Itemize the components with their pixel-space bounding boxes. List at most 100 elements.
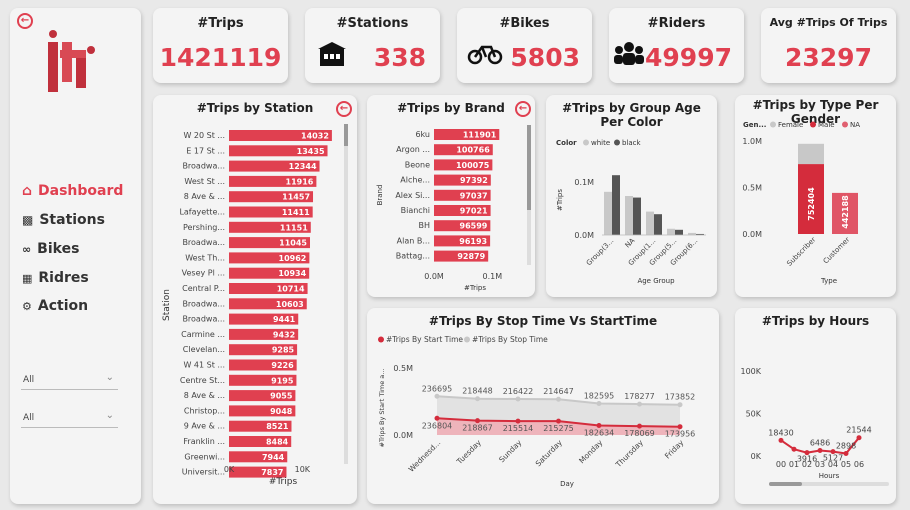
- stop-time-point[interactable]: [556, 396, 561, 402]
- nav-ridres[interactable]: ▦ Ridres: [22, 270, 89, 286]
- filter-dropdown-1[interactable]: All ⌄: [21, 372, 118, 390]
- hours-value-label: 21544: [846, 426, 871, 435]
- start-time-point[interactable]: [434, 415, 440, 421]
- sidebar: ← ⌂ Dashboard ▩ Stations ∞ Bikes ▦ Ridre…: [10, 8, 141, 504]
- day-label: Sunday: [497, 438, 524, 465]
- stop-time-label: 236695: [422, 384, 453, 393]
- age-bar-white[interactable]: [604, 191, 612, 235]
- nav-dashboard[interactable]: ⌂ Dashboard: [22, 183, 123, 199]
- age-bar-black[interactable]: [612, 175, 620, 235]
- gender-bar-female[interactable]: [798, 143, 824, 165]
- start-time-point[interactable]: [556, 418, 561, 424]
- start-time-point[interactable]: [596, 423, 602, 429]
- brand-value-label: 96193: [459, 237, 487, 246]
- station-value-label: 9432: [273, 330, 295, 339]
- hours-point[interactable]: [791, 446, 797, 452]
- start-time-point[interactable]: [637, 423, 642, 429]
- age-bar-white[interactable]: [646, 211, 654, 235]
- nav-stations[interactable]: ▩ Stations: [22, 212, 105, 228]
- start-time-label: 215514: [503, 424, 534, 433]
- station-value-label: 9195: [271, 376, 294, 385]
- station-label: Carmine ...: [181, 330, 225, 339]
- nav-bikes[interactable]: ∞ Bikes: [22, 241, 79, 257]
- station-label: Broadwa...: [182, 238, 225, 247]
- hours-line-chart: 100K50K0K1843000 013916026486035127042898…: [740, 367, 889, 486]
- station-label: Central P...: [182, 284, 225, 293]
- day-label: Tuesday: [454, 438, 483, 467]
- nav-dashboard-label: Dashboard: [38, 183, 124, 199]
- legend-title: Color: [556, 139, 577, 147]
- legend-dot: [464, 336, 470, 343]
- stop-time-point[interactable]: [475, 396, 480, 402]
- x-axis-label: Day: [560, 480, 574, 488]
- y-tick: 0.0M: [742, 230, 762, 239]
- age-bar-white[interactable]: [625, 196, 633, 235]
- stop-time-point[interactable]: [677, 402, 683, 408]
- stop-time-point[interactable]: [637, 401, 642, 407]
- scrollbar-thumb[interactable]: [769, 482, 802, 486]
- age-bar-black[interactable]: [675, 229, 683, 235]
- kpi-trips-value: 1421119: [159, 43, 282, 72]
- hour-label: 06: [854, 460, 864, 469]
- station-label: Broadwa...: [182, 299, 225, 308]
- brand-value-label: 97021: [460, 207, 488, 216]
- station-value-label: 12344: [289, 162, 317, 171]
- kpi-trips-title: #Trips: [197, 16, 244, 31]
- nav-action-label: Action: [37, 298, 89, 314]
- station-value-label: 9226: [271, 361, 294, 370]
- stop-time-point[interactable]: [596, 401, 602, 407]
- back-arrow-icon[interactable]: ←: [17, 13, 33, 29]
- start-time-point[interactable]: [475, 418, 480, 424]
- station-value-label: 9285: [272, 346, 295, 355]
- stop-time-point[interactable]: [434, 393, 440, 399]
- station-value-label: 9055: [270, 392, 293, 401]
- hour-label: 04: [828, 460, 838, 469]
- kpi-bikes: #Bikes 5803: [457, 8, 592, 83]
- kpi-riders-title: #Riders: [647, 16, 706, 31]
- kpi-bikes-title: #Bikes: [499, 16, 550, 31]
- hours-point[interactable]: [843, 451, 849, 457]
- hours-point[interactable]: [817, 447, 823, 453]
- hours-point[interactable]: [778, 437, 784, 443]
- filter-dropdown-2[interactable]: All ⌄: [21, 410, 118, 428]
- day-label: Friday: [663, 438, 686, 461]
- y-tick: 0K: [751, 452, 762, 461]
- station-value-label: 10934: [278, 269, 306, 278]
- kpi-stations: #Stations 338: [305, 8, 440, 83]
- station-value-label: 10603: [276, 300, 304, 309]
- scrollbar-thumb[interactable]: [344, 124, 348, 146]
- start-time-point[interactable]: [677, 424, 683, 430]
- gender-value-label: 442188: [841, 195, 850, 229]
- stop-time-label: 216422: [503, 387, 534, 396]
- y-axis-label: #Trips: [556, 189, 564, 211]
- brand-value-label: 100766: [456, 146, 490, 155]
- age-bar-black[interactable]: [633, 197, 641, 235]
- station-value-label: 7944: [262, 453, 285, 462]
- day-label: Saturday: [534, 438, 565, 469]
- brand-label: Bianchi: [401, 206, 430, 215]
- start-time-point[interactable]: [515, 418, 521, 424]
- start-time-label: 182634: [584, 429, 615, 438]
- station-chart-card: #Trips by Station ← W 20 St ... 14032 E 17…: [153, 95, 357, 504]
- brand-value-label: 100075: [456, 161, 490, 170]
- nav-action[interactable]: ⚙ Action: [22, 298, 88, 314]
- station-value-label: 11151: [280, 223, 308, 232]
- station-label: West Th...: [185, 253, 225, 262]
- scrollbar-thumb[interactable]: [527, 125, 531, 210]
- station-icon: [318, 42, 346, 66]
- start-time-label: 218867: [462, 424, 493, 433]
- station-bar-chart: W 20 St ... 14032 E 17 St ... 13435 Broadwa.…: [162, 124, 348, 487]
- hours-point[interactable]: [856, 435, 862, 441]
- age-bar-black[interactable]: [654, 214, 662, 235]
- station-label: W 41 St ...: [183, 361, 225, 370]
- age-bar-white[interactable]: [667, 228, 675, 235]
- legend-dot: [770, 121, 776, 128]
- station-label: 8 Ave & ...: [184, 192, 225, 201]
- stop-time-point[interactable]: [515, 396, 521, 402]
- station-label: 8 Ave & ...: [184, 391, 225, 400]
- scrollbar[interactable]: [344, 124, 348, 464]
- gender-chart-card: #Trips by Type Per Gender Gen... Female Ma…: [735, 95, 896, 297]
- nav-ridres-label: Ridres: [38, 270, 89, 286]
- brand-value-label: 92879: [457, 252, 485, 261]
- station-label: West St ...: [184, 177, 225, 186]
